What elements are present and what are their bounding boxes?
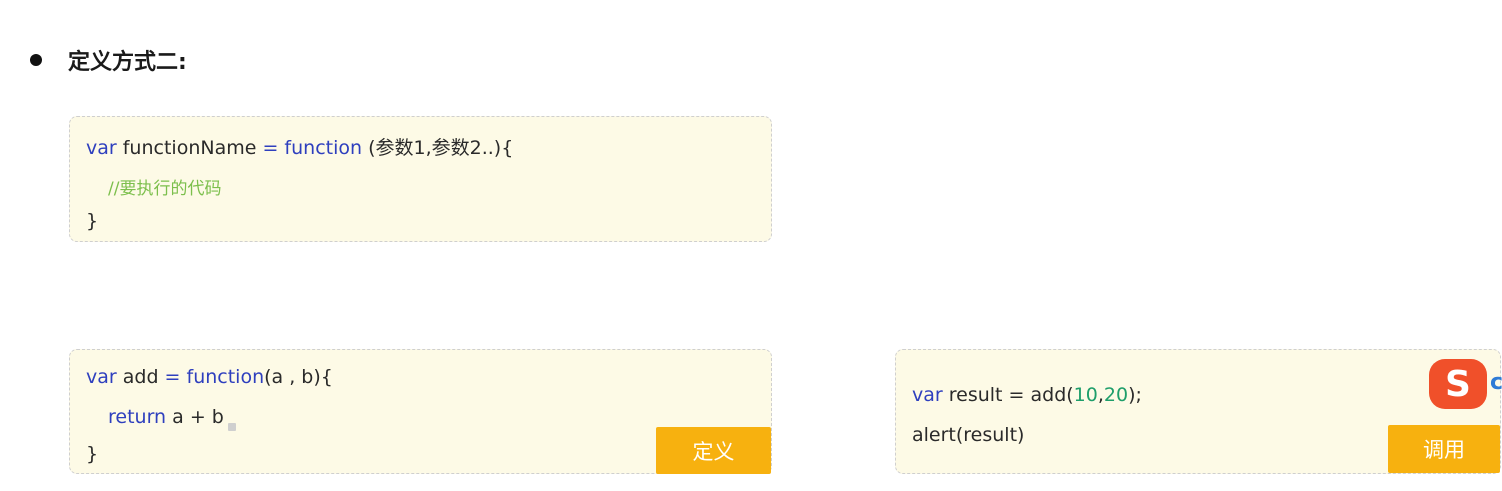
code-line-1: var result = add(10,20); <box>912 384 1142 406</box>
code-comment: //要执行的代码 <box>108 179 222 199</box>
code-number: 10 <box>1073 384 1098 406</box>
code-keyword: function <box>278 137 363 159</box>
sogou-ime-extra[interactable]: c <box>1490 370 1502 400</box>
code-number: 20 <box>1103 384 1129 406</box>
code-text: result = add( <box>942 384 1074 406</box>
code-text: ); <box>1128 384 1142 406</box>
code-operator: = <box>262 137 279 159</box>
code-text: a + b <box>166 406 224 428</box>
code-block-define-example: var add = function(a , b){ return a + b … <box>69 349 772 474</box>
code-text: (a , b){ <box>264 366 333 388</box>
code-block-definition-syntax: var functionName = function (参数1,参数2..){… <box>69 116 772 242</box>
code-keyword: var <box>86 137 117 159</box>
code-line-2: alert(result) <box>912 424 1025 446</box>
bullet-icon <box>30 54 42 66</box>
code-text: (参数1,参数2..){ <box>362 137 514 159</box>
code-text: functionName <box>116 137 263 159</box>
code-close-brace: } <box>86 210 99 232</box>
code-text: add <box>116 366 165 388</box>
define-tag: 定义 <box>656 427 771 474</box>
code-keyword: function <box>180 366 265 388</box>
call-tag: 调用 <box>1388 425 1500 473</box>
code-line-2: return a + b <box>108 406 224 428</box>
code-line-1: var add = function(a , b){ <box>86 366 333 388</box>
section-heading: 定义方式二: <box>30 40 187 80</box>
code-keyword: return <box>108 406 167 428</box>
code-close-brace: } <box>86 443 99 465</box>
code-block-call-example: var result = add(10,20); alert(result) 调… <box>895 349 1501 474</box>
code-keyword: var <box>86 366 117 388</box>
sogou-ime-icon[interactable]: S <box>1429 359 1487 409</box>
text-cursor-icon <box>228 423 236 431</box>
heading-text: 定义方式二: <box>68 50 187 75</box>
code-operator: = <box>164 366 181 388</box>
code-keyword: var <box>912 384 943 406</box>
code-line-1: var functionName = function (参数1,参数2..){ <box>86 133 513 160</box>
